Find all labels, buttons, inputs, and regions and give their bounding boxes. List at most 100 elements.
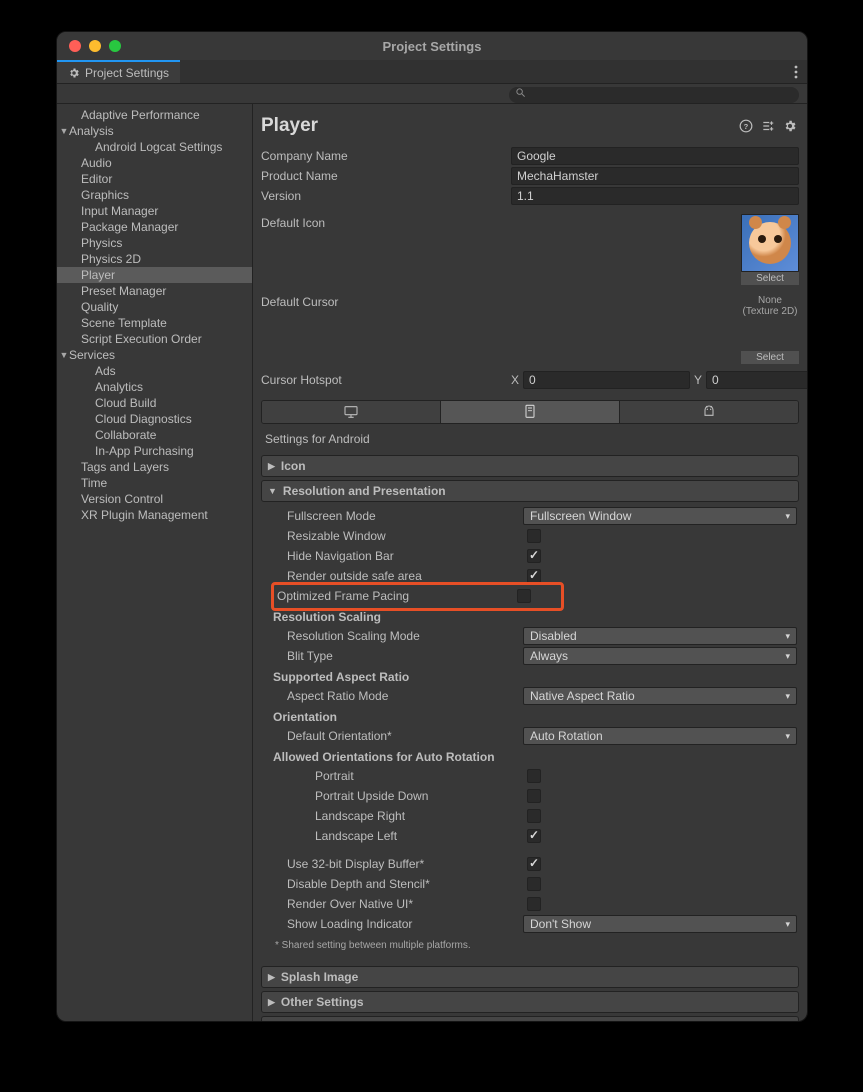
sidebar-item-tags-and-layers[interactable]: Tags and Layers bbox=[57, 459, 252, 475]
sidebar-item-in-app-purchasing[interactable]: In-App Purchasing bbox=[57, 443, 252, 459]
fullscreen-mode-dropdown[interactable]: Fullscreen Window▾ bbox=[523, 507, 797, 525]
allowed-orientations-header: Allowed Orientations for Auto Rotation bbox=[261, 746, 797, 766]
product-name-input[interactable] bbox=[511, 167, 799, 185]
platform-android-tab[interactable] bbox=[620, 401, 798, 423]
landscape-left-checkbox[interactable] bbox=[527, 829, 541, 843]
fold-other-settings[interactable]: ▶Other Settings bbox=[261, 991, 799, 1013]
default-orientation-dropdown[interactable]: Auto Rotation▾ bbox=[523, 727, 797, 745]
default-cursor-select-button[interactable]: Select bbox=[741, 351, 799, 364]
resizable-window-checkbox[interactable] bbox=[527, 529, 541, 543]
sidebar-item-ads[interactable]: Ads bbox=[57, 363, 252, 379]
fold-publishing-settings[interactable]: ▶Publishing Settings bbox=[261, 1016, 799, 1021]
sidebar-item-label: Script Execution Order bbox=[81, 332, 202, 346]
svg-text:?: ? bbox=[744, 122, 749, 131]
blit-type-label: Blit Type bbox=[273, 649, 523, 663]
sidebar-item-adaptive-performance[interactable]: Adaptive Performance bbox=[57, 107, 252, 123]
fullscreen-mode-label: Fullscreen Mode bbox=[273, 509, 523, 523]
chevron-down-icon: ▾ bbox=[785, 731, 790, 742]
depth-stencil-checkbox[interactable] bbox=[527, 877, 541, 891]
search-bar bbox=[57, 84, 807, 104]
sidebar-item-version-control[interactable]: Version Control bbox=[57, 491, 252, 507]
sidebar-item-editor[interactable]: Editor bbox=[57, 171, 252, 187]
sidebar-item-label: Cloud Diagnostics bbox=[95, 412, 192, 426]
landscape-left-label: Landscape Left bbox=[273, 829, 523, 843]
display-buffer-checkbox[interactable] bbox=[527, 857, 541, 871]
settings-for-label: Settings for Android bbox=[261, 424, 799, 452]
sidebar-item-player[interactable]: Player bbox=[57, 267, 252, 283]
sidebar-item-quality[interactable]: Quality bbox=[57, 299, 252, 315]
sidebar-item-physics[interactable]: Physics bbox=[57, 235, 252, 251]
sidebar-item-physics-2d[interactable]: Physics 2D bbox=[57, 251, 252, 267]
aspect-mode-dropdown[interactable]: Native Aspect Ratio▾ bbox=[523, 687, 797, 705]
platform-standalone-tab[interactable] bbox=[262, 401, 441, 423]
sidebar-item-cloud-build[interactable]: Cloud Build bbox=[57, 395, 252, 411]
sidebar-item-time[interactable]: Time bbox=[57, 475, 252, 491]
optimized-frame-pacing-checkbox[interactable] bbox=[517, 589, 531, 603]
sidebar-item-xr-plugin-management[interactable]: XR Plugin Management bbox=[57, 507, 252, 523]
fold-icon[interactable]: ▶Icon bbox=[261, 455, 799, 477]
scaling-mode-dropdown[interactable]: Disabled▾ bbox=[523, 627, 797, 645]
default-icon-thumbnail[interactable] bbox=[741, 214, 799, 272]
help-button[interactable]: ? bbox=[737, 117, 755, 135]
default-cursor-label: Default Cursor bbox=[261, 293, 511, 309]
search-input[interactable] bbox=[509, 87, 799, 103]
monitor-icon bbox=[343, 405, 359, 419]
sidebar-item-label: Time bbox=[81, 476, 107, 490]
hide-nav-checkbox[interactable] bbox=[527, 549, 541, 563]
tab-project-settings[interactable]: Project Settings bbox=[57, 60, 180, 83]
chevron-right-icon: ▶ bbox=[268, 972, 275, 983]
landscape-right-checkbox[interactable] bbox=[527, 809, 541, 823]
sidebar-item-android-logcat-settings[interactable]: Android Logcat Settings bbox=[57, 139, 252, 155]
sidebar-item-cloud-diagnostics[interactable]: Cloud Diagnostics bbox=[57, 411, 252, 427]
portrait-upside-down-checkbox[interactable] bbox=[527, 789, 541, 803]
fold-resolution-presentation[interactable]: ▼Resolution and Presentation bbox=[261, 480, 799, 502]
native-ui-label: Render Over Native UI* bbox=[273, 897, 523, 911]
settings-button[interactable] bbox=[781, 117, 799, 135]
fold-splash-image[interactable]: ▶Splash Image bbox=[261, 966, 799, 988]
resizable-window-label: Resizable Window bbox=[273, 529, 523, 543]
sidebar-item-services[interactable]: ▼Services bbox=[57, 347, 252, 363]
render-safe-area-label: Render outside safe area bbox=[273, 569, 523, 583]
sidebar-item-collaborate[interactable]: Collaborate bbox=[57, 427, 252, 443]
company-name-input[interactable] bbox=[511, 147, 799, 165]
aspect-mode-label: Aspect Ratio Mode bbox=[273, 689, 523, 703]
search-icon bbox=[515, 87, 526, 98]
sidebar-item-label: Editor bbox=[81, 172, 112, 186]
default-icon-select-button[interactable]: Select bbox=[741, 272, 799, 285]
preset-button[interactable] bbox=[759, 117, 777, 135]
chevron-down-icon: ▼ bbox=[59, 350, 69, 360]
titlebar: Project Settings bbox=[57, 32, 807, 60]
portrait-checkbox[interactable] bbox=[527, 769, 541, 783]
tab-label: Project Settings bbox=[85, 66, 169, 80]
sidebar-item-label: Cloud Build bbox=[95, 396, 156, 410]
chevron-down-icon: ▾ bbox=[785, 651, 790, 662]
cursor-hotspot-label: Cursor Hotspot bbox=[261, 373, 511, 387]
hotspot-x-input[interactable] bbox=[523, 371, 690, 389]
platform-dedicated-server-tab[interactable] bbox=[441, 401, 620, 423]
blit-type-dropdown[interactable]: Always▾ bbox=[523, 647, 797, 665]
sidebar-item-analysis[interactable]: ▼Analysis bbox=[57, 123, 252, 139]
default-cursor-thumbnail[interactable]: None (Texture 2D) bbox=[741, 293, 799, 351]
chevron-down-icon: ▼ bbox=[268, 486, 277, 496]
version-input[interactable] bbox=[511, 187, 799, 205]
sidebar-item-label: Audio bbox=[81, 156, 112, 170]
hotspot-y-input[interactable] bbox=[706, 371, 807, 389]
sidebar-item-audio[interactable]: Audio bbox=[57, 155, 252, 171]
sidebar-item-script-execution-order[interactable]: Script Execution Order bbox=[57, 331, 252, 347]
sidebar-item-analytics[interactable]: Analytics bbox=[57, 379, 252, 395]
native-ui-checkbox[interactable] bbox=[527, 897, 541, 911]
sidebar-item-preset-manager[interactable]: Preset Manager bbox=[57, 283, 252, 299]
sidebar-item-scene-template[interactable]: Scene Template bbox=[57, 315, 252, 331]
sidebar-item-graphics[interactable]: Graphics bbox=[57, 187, 252, 203]
sidebar-item-package-manager[interactable]: Package Manager bbox=[57, 219, 252, 235]
render-safe-area-checkbox[interactable] bbox=[527, 569, 541, 583]
default-icon-label: Default Icon bbox=[261, 214, 511, 230]
sidebar-item-input-manager[interactable]: Input Manager bbox=[57, 203, 252, 219]
tab-menu-button[interactable] bbox=[785, 60, 807, 83]
landscape-right-label: Landscape Right bbox=[273, 809, 523, 823]
chevron-down-icon: ▾ bbox=[785, 511, 790, 522]
platform-tabs bbox=[261, 400, 799, 424]
sidebar-item-label: Tags and Layers bbox=[81, 460, 169, 474]
portrait-upside-down-label: Portrait Upside Down bbox=[273, 789, 523, 803]
loading-indicator-dropdown[interactable]: Don't Show▾ bbox=[523, 915, 797, 933]
